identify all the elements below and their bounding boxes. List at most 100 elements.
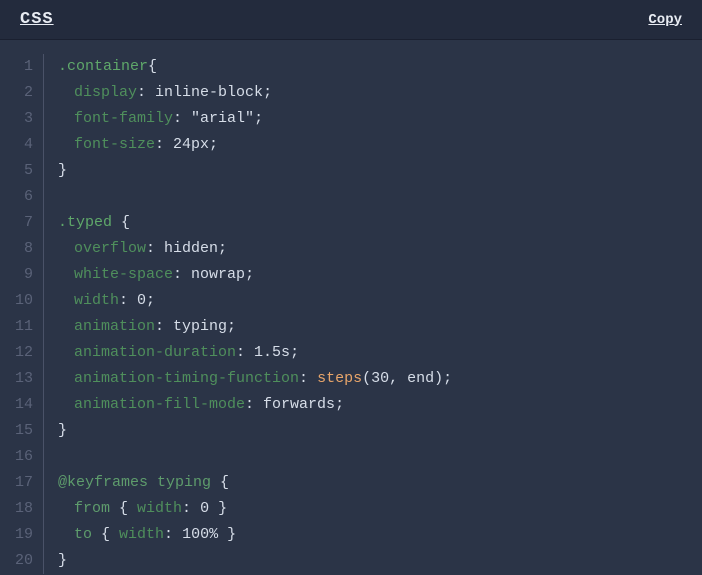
token-punc: ; [209,136,218,153]
code-line: animation-fill-mode: forwards; [58,392,452,418]
token-punc: } [209,500,227,517]
token-punc: ; [245,266,254,283]
line-number: 7 [8,210,33,236]
token-sel: .typed [58,214,121,231]
code-line: } [58,418,452,444]
token-punc: ( [362,370,371,387]
token-str: "arial" [191,110,254,127]
line-number: 6 [8,184,33,210]
token-val: end [407,370,434,387]
token-prop: width [137,500,182,517]
token-prop: width [74,292,119,309]
token-punc: ; [335,396,344,413]
line-number: 1 [8,54,33,80]
line-number: 4 [8,132,33,158]
token-punc: : [173,110,191,127]
token-val: inline-block [155,84,263,101]
line-number: 15 [8,418,33,444]
line-number: 2 [8,80,33,106]
line-number: 5 [8,158,33,184]
line-number: 3 [8,106,33,132]
line-number: 11 [8,314,33,340]
token-kw: @keyframes typing [58,474,220,491]
token-punc: : [245,396,263,413]
token-prop: animation-fill-mode [74,396,245,413]
token-punc: ; [146,292,155,309]
code-line: from { width: 0 } [58,496,452,522]
line-number: 10 [8,288,33,314]
token-prop: width [119,526,164,543]
token-punc: ; [218,240,227,257]
code-line: .container{ [58,54,452,80]
code-line: animation-duration: 1.5s; [58,340,452,366]
token-punc: : [155,136,173,153]
token-punc: } [58,162,67,179]
code-line: animation-timing-function: steps(30, end… [58,366,452,392]
line-number: 12 [8,340,33,366]
token-punc: , [389,370,407,387]
line-number: 16 [8,444,33,470]
token-fn: steps [317,370,362,387]
code-header: CSS Copy [0,0,702,40]
code-line: } [58,548,452,574]
code-line: white-space: nowrap; [58,262,452,288]
token-prop: overflow [74,240,146,257]
token-prop: font-size [74,136,155,153]
token-punc: } [218,526,236,543]
token-punc: : [299,370,317,387]
token-punc: : [164,526,182,543]
code-line: to { width: 100% } [58,522,452,548]
token-punc: : [182,500,200,517]
line-number: 13 [8,366,33,392]
token-punc: { [101,526,119,543]
token-punc: : [236,344,254,361]
token-punc: { [148,58,157,75]
token-punc: : [119,292,137,309]
token-prop: font-family [74,110,173,127]
token-punc: ; [443,370,452,387]
code-line: width: 0; [58,288,452,314]
token-punc: : [173,266,191,283]
token-num: 1.5s [254,344,290,361]
token-punc: ; [263,84,272,101]
token-val: hidden [164,240,218,257]
token-punc: : [137,84,155,101]
language-label: CSS [20,10,54,29]
code-line [58,444,452,470]
code-line: font-family: "arial"; [58,106,452,132]
line-number: 19 [8,522,33,548]
token-prop: animation-timing-function [74,370,299,387]
token-prop: animation [74,318,155,335]
code-editor: 1234567891011121314151617181920 .contain… [0,40,702,574]
token-punc: : [155,318,173,335]
token-punc: ; [254,110,263,127]
line-number: 9 [8,262,33,288]
token-num: 0 [137,292,146,309]
code-content: .container{display: inline-block;font-fa… [44,54,452,574]
code-line: animation: typing; [58,314,452,340]
line-number: 8 [8,236,33,262]
token-punc: { [121,214,130,231]
code-line: @keyframes typing { [58,470,452,496]
token-num: 30 [371,370,389,387]
token-val: nowrap [191,266,245,283]
line-number: 14 [8,392,33,418]
token-kw: from [74,500,119,517]
line-number: 18 [8,496,33,522]
token-punc: } [58,422,67,439]
token-punc: : [146,240,164,257]
token-punc: ) [434,370,443,387]
token-prop: animation-duration [74,344,236,361]
code-line: font-size: 24px; [58,132,452,158]
code-line [58,184,452,210]
token-prop: white-space [74,266,173,283]
token-punc: ; [290,344,299,361]
token-prop: display [74,84,137,101]
token-punc: { [119,500,137,517]
token-num: 0 [200,500,209,517]
token-punc: { [220,474,229,491]
token-val: typing [173,318,227,335]
copy-button[interactable]: Copy [648,12,682,28]
code-line: overflow: hidden; [58,236,452,262]
line-number: 17 [8,470,33,496]
